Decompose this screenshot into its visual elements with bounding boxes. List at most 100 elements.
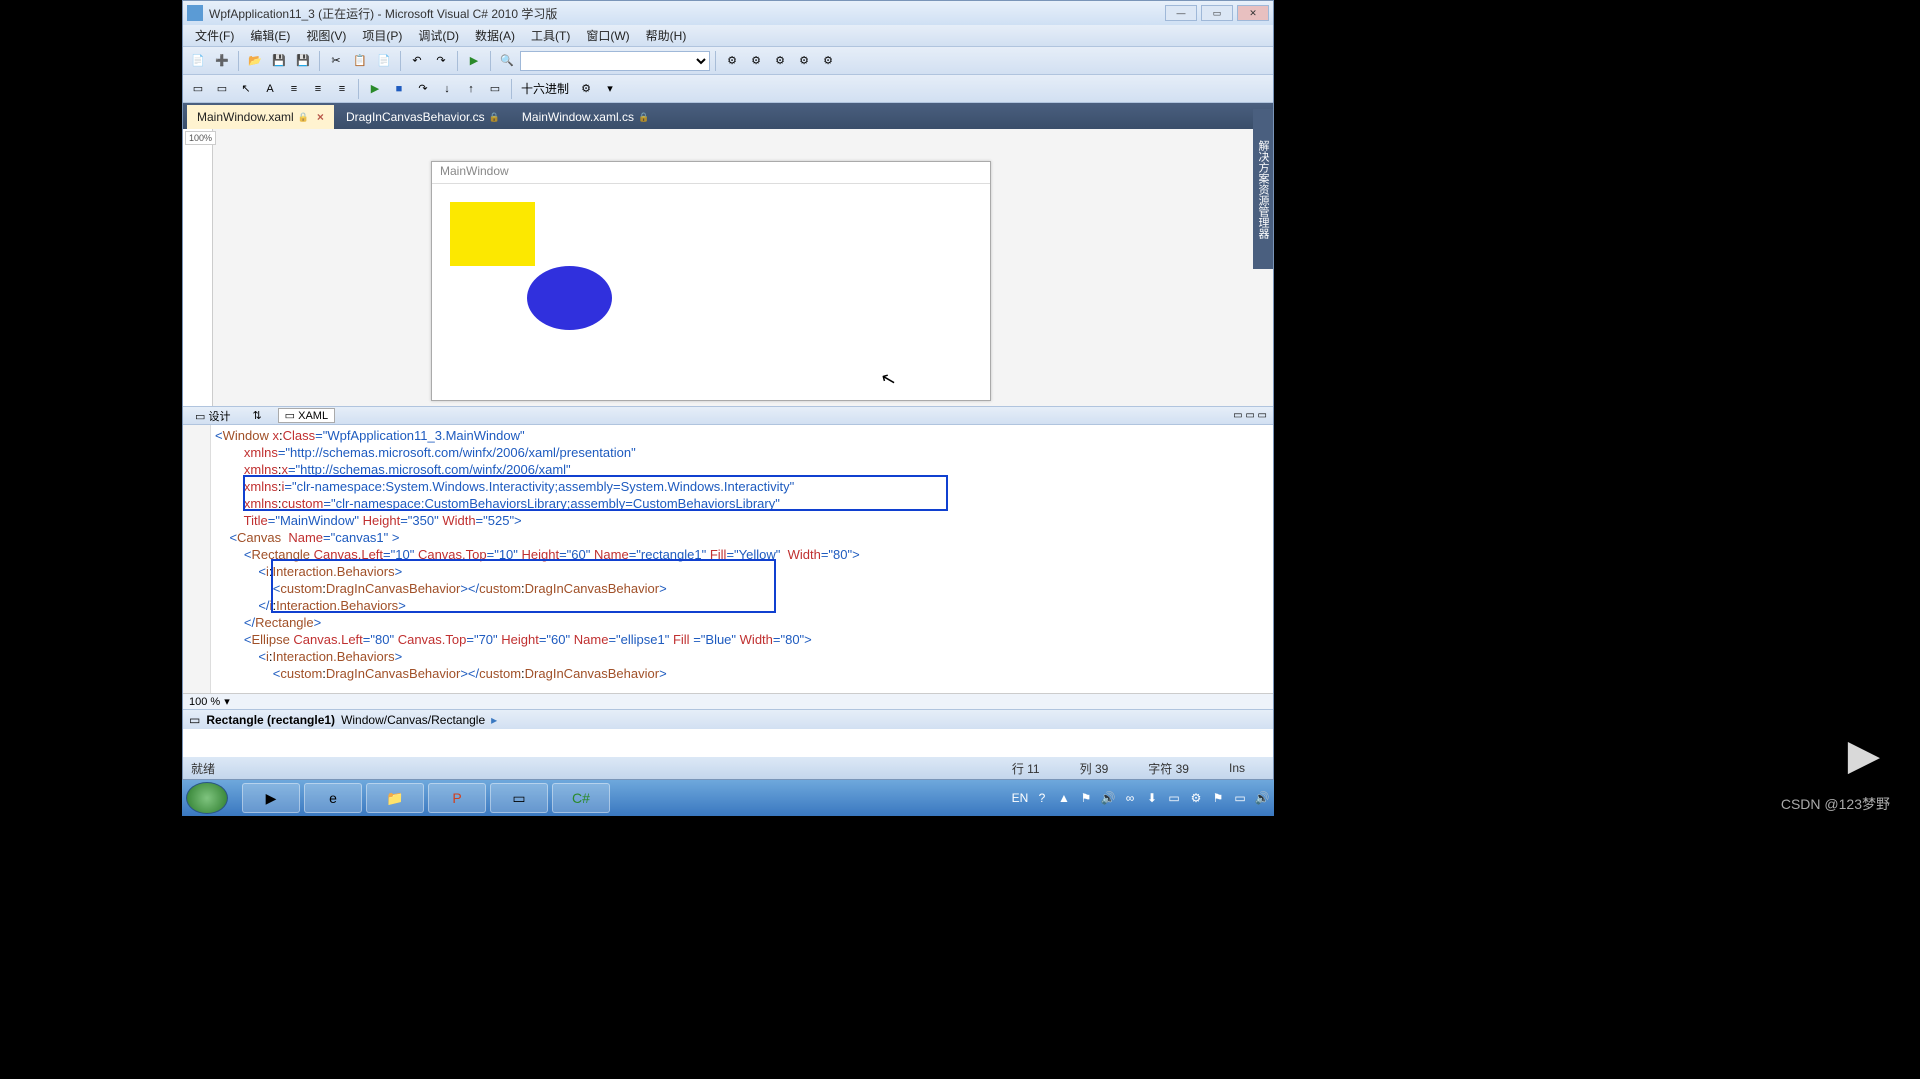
breadcrumb-path[interactable]: Window/Canvas/Rectangle: [341, 713, 485, 727]
maximize-button[interactable]: ▭: [1201, 5, 1233, 21]
step-out-icon[interactable]: ↑: [460, 78, 482, 100]
zoom-value[interactable]: 100 %: [189, 696, 220, 708]
undo-icon[interactable]: ↶: [406, 50, 428, 72]
tab-close-icon[interactable]: ×: [317, 110, 324, 124]
paste-icon[interactable]: 📄: [373, 50, 395, 72]
minimize-button[interactable]: —: [1165, 5, 1197, 21]
copy-icon[interactable]: 📋: [349, 50, 371, 72]
tray-icon[interactable]: ⚙: [1188, 790, 1204, 806]
design-xaml-splitter: ▭ 设计 ⇅ ▭ XAML ▭ ▭ ▭: [183, 407, 1273, 425]
separator: [238, 51, 239, 71]
debug-icon[interactable]: ▭: [211, 78, 233, 100]
tool-icon[interactable]: ⚙: [721, 50, 743, 72]
rectangle-yellow[interactable]: [450, 202, 535, 266]
new-project-icon[interactable]: 📄: [187, 50, 209, 72]
tab-label: MainWindow.xaml: [197, 110, 294, 124]
tray-icon[interactable]: ⚑: [1078, 790, 1094, 806]
separator: [319, 51, 320, 71]
tray-icon[interactable]: ▭: [1166, 790, 1182, 806]
debug-icon[interactable]: ≡: [331, 78, 353, 100]
taskbar-app-icon[interactable]: ▭: [490, 783, 548, 813]
debug-dropdown-icon[interactable]: ▾: [599, 78, 621, 100]
menu-data[interactable]: 数据(A): [467, 25, 523, 46]
tab-mainwindow-cs[interactable]: MainWindow.xaml.cs 🔒: [512, 105, 659, 129]
xaml-tab[interactable]: ▭ XAML: [278, 408, 335, 423]
menu-help[interactable]: 帮助(H): [638, 25, 695, 46]
step-into-icon[interactable]: ↓: [436, 78, 458, 100]
design-surface[interactable]: MainWindow ↖: [213, 129, 1273, 406]
close-button[interactable]: ✕: [1237, 5, 1269, 21]
zoom-dropdown-icon[interactable]: ▾: [224, 695, 230, 708]
separator: [400, 51, 401, 71]
help-icon[interactable]: ?: [1034, 790, 1050, 806]
wpf-preview-window[interactable]: MainWindow: [431, 161, 991, 401]
debug-icon[interactable]: ▭: [187, 78, 209, 100]
open-icon[interactable]: 📂: [244, 50, 266, 72]
save-icon[interactable]: 💾: [268, 50, 290, 72]
menu-debug[interactable]: 调试(D): [410, 25, 467, 46]
tool-icon[interactable]: ⚙: [769, 50, 791, 72]
debug-icon[interactable]: A: [259, 78, 281, 100]
menu-edit[interactable]: 编辑(E): [242, 25, 298, 46]
pointer-icon[interactable]: ↖: [235, 78, 257, 100]
find-icon[interactable]: 🔍: [496, 50, 518, 72]
tab-mainwindow-xaml[interactable]: MainWindow.xaml 🔒 ×: [187, 105, 334, 129]
find-combo[interactable]: [520, 51, 710, 71]
redo-icon[interactable]: ↷: [430, 50, 452, 72]
menu-project[interactable]: 项目(P): [354, 25, 410, 46]
debug-icon[interactable]: ≡: [283, 78, 305, 100]
swap-panes-button[interactable]: ⇅: [246, 409, 267, 422]
wpf-window-title: MainWindow: [432, 162, 990, 184]
tool-icon[interactable]: ⚙: [817, 50, 839, 72]
code-text[interactable]: <Window x:Class="WpfApplication11_3.Main…: [211, 425, 864, 693]
xaml-editor[interactable]: <Window x:Class="WpfApplication11_3.Main…: [183, 425, 1273, 693]
status-char: 字符 39: [1148, 760, 1189, 777]
hex-label[interactable]: 十六进制: [517, 80, 573, 97]
tool-icon[interactable]: ⚙: [793, 50, 815, 72]
taskbar-explorer-icon[interactable]: 📁: [366, 783, 424, 813]
tray-icon[interactable]: ⬇: [1144, 790, 1160, 806]
system-tray: EN ? ▲ ⚑ 🔊 ∞ ⬇ ▭ ⚙ ⚑ ▭ 🔊: [1012, 790, 1270, 806]
title-bar[interactable]: WpfApplication11_3 (正在运行) - Microsoft Vi…: [183, 1, 1273, 25]
tray-icon[interactable]: ⚑: [1210, 790, 1226, 806]
step-over-icon[interactable]: ↷: [412, 78, 434, 100]
tray-icon[interactable]: ▭: [1232, 790, 1248, 806]
tray-icon[interactable]: ∞: [1122, 790, 1138, 806]
menu-view[interactable]: 视图(V): [298, 25, 354, 46]
start-debug-icon[interactable]: ▶: [463, 50, 485, 72]
menu-window[interactable]: 窗口(W): [578, 25, 637, 46]
lock-icon: 🔒: [489, 112, 500, 123]
add-item-icon[interactable]: ➕: [211, 50, 233, 72]
document-tabs: MainWindow.xaml 🔒 × DragInCanvasBehavior…: [183, 103, 1273, 129]
solution-explorer-dock[interactable]: 解决方案资源管理器: [1253, 109, 1273, 269]
start-button[interactable]: [186, 782, 228, 814]
taskbar-media-player-icon[interactable]: ▶: [242, 783, 300, 813]
breadcrumb-selected[interactable]: Rectangle (rectangle1): [206, 713, 335, 727]
lock-icon: 🔒: [298, 112, 309, 123]
cut-icon[interactable]: ✂: [325, 50, 347, 72]
menu-file[interactable]: 文件(F): [187, 25, 242, 46]
window-title: WpfApplication11_3 (正在运行) - Microsoft Vi…: [209, 5, 1165, 22]
taskbar-csharp-icon[interactable]: C#: [552, 783, 610, 813]
zoom-ruler[interactable]: 100%: [183, 129, 213, 406]
debug-icon[interactable]: ⚙: [575, 78, 597, 100]
ellipse-blue[interactable]: [527, 266, 612, 330]
tool-icon[interactable]: ⚙: [745, 50, 767, 72]
save-all-icon[interactable]: 💾: [292, 50, 314, 72]
pane-buttons[interactable]: ▭ ▭ ▭: [1233, 410, 1267, 421]
windows-taskbar: ▶ e 📁 P ▭ C# EN ? ▲ ⚑ 🔊 ∞ ⬇ ▭ ⚙ ⚑ ▭ 🔊: [182, 780, 1274, 816]
breadcrumb-arrow-icon[interactable]: ▸: [491, 713, 497, 727]
step-icon[interactable]: ▭: [484, 78, 506, 100]
continue-icon[interactable]: ▶: [364, 78, 386, 100]
stop-icon[interactable]: ■: [388, 78, 410, 100]
taskbar-ie-icon[interactable]: e: [304, 783, 362, 813]
tray-icon[interactable]: ▲: [1056, 790, 1072, 806]
volume-icon[interactable]: 🔊: [1100, 790, 1116, 806]
tab-behavior-cs[interactable]: DragInCanvasBehavior.cs 🔒: [336, 105, 510, 129]
volume-icon[interactable]: 🔊: [1254, 790, 1270, 806]
menu-tools[interactable]: 工具(T): [523, 25, 578, 46]
language-indicator[interactable]: EN: [1012, 790, 1028, 806]
design-tab[interactable]: ▭ 设计: [189, 408, 236, 424]
taskbar-powerpoint-icon[interactable]: P: [428, 783, 486, 813]
debug-icon[interactable]: ≡: [307, 78, 329, 100]
